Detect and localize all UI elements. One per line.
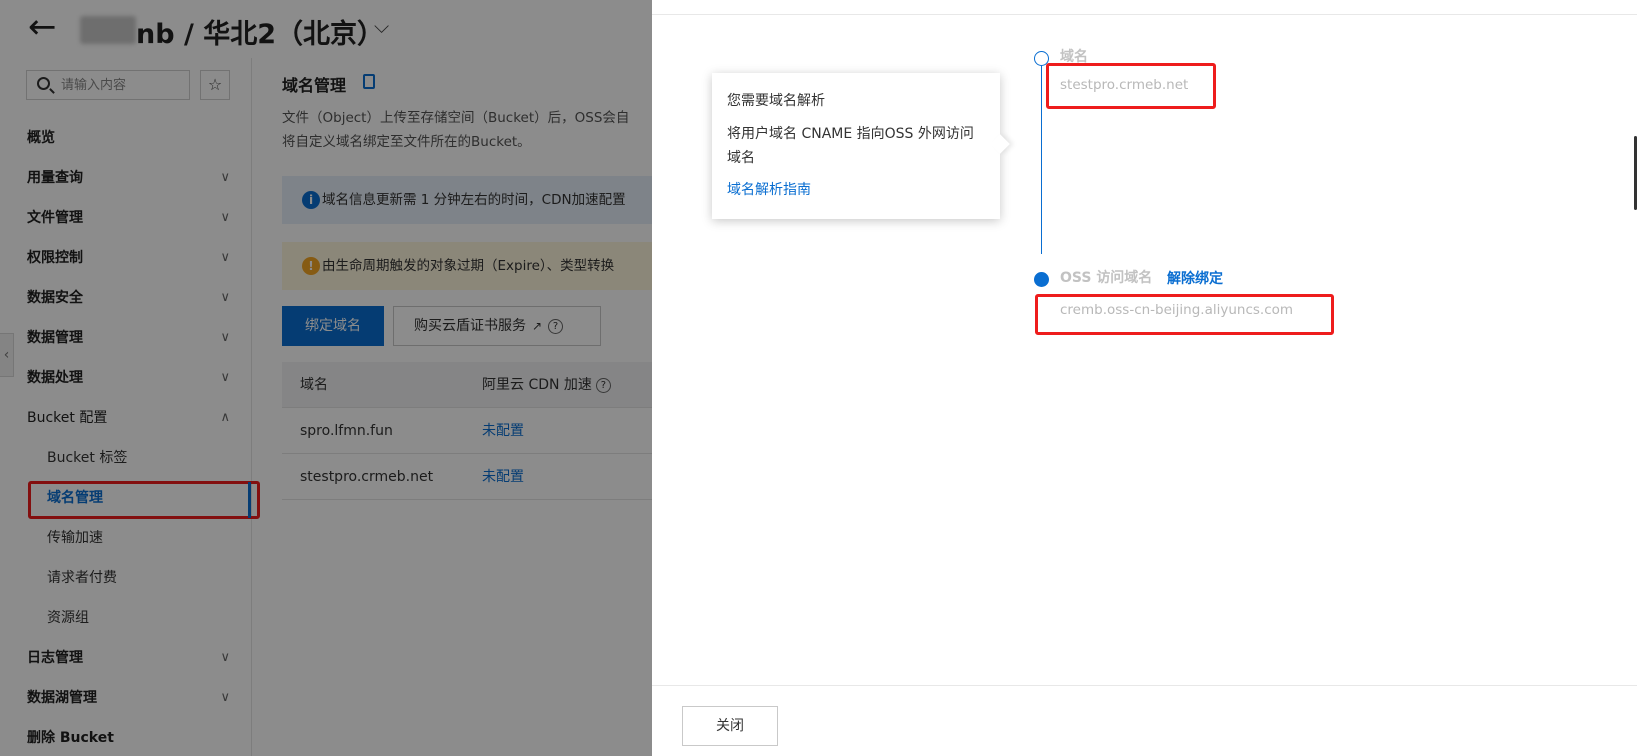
dns-tooltip: 您需要域名解析 将用户域名 CNAME 指向OSS 外网访问域名 域名解析指南: [712, 73, 1000, 219]
modal-overlay[interactable]: [0, 0, 652, 756]
dns-guide-link[interactable]: 域名解析指南: [727, 179, 985, 199]
drawer-header-divider: [652, 14, 1637, 15]
domain-highlight-box: [1046, 63, 1216, 109]
step-connector: [1041, 66, 1042, 254]
oss-domain-highlight-box: [1035, 294, 1334, 335]
tooltip-body: 将用户域名 CNAME 指向OSS 外网访问域名: [727, 126, 974, 166]
close-button[interactable]: 关闭: [682, 706, 778, 746]
domain-detail-drawer: 您需要域名解析 将用户域名 CNAME 指向OSS 外网访问域名 域名解析指南 …: [652, 0, 1637, 756]
tooltip-title: 您需要域名解析: [727, 93, 825, 109]
drawer-footer-divider: [652, 685, 1637, 686]
step-circle-filled-icon: [1034, 272, 1049, 287]
unbind-link[interactable]: 解除绑定: [1167, 268, 1223, 288]
oss-domain-step-label: OSS 访问域名: [1060, 270, 1153, 286]
